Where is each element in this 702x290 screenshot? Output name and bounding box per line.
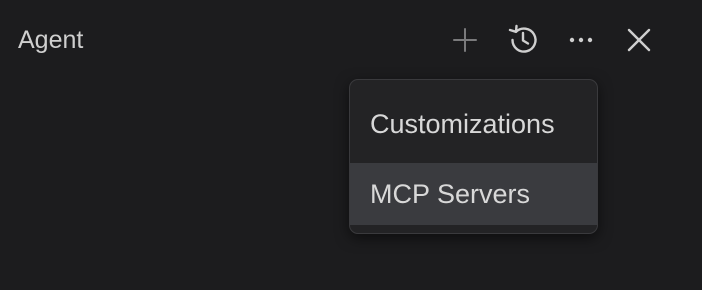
plus-icon bbox=[451, 26, 479, 54]
menu-item-customizations[interactable]: Customizations bbox=[350, 93, 597, 155]
close-icon bbox=[625, 26, 653, 54]
panel-title: Agent bbox=[18, 26, 84, 54]
history-button[interactable] bbox=[505, 22, 541, 58]
history-icon bbox=[506, 23, 540, 57]
new-chat-button[interactable] bbox=[447, 22, 483, 58]
close-button[interactable] bbox=[621, 22, 657, 58]
menu-item-label: MCP Servers bbox=[370, 178, 531, 209]
more-actions-button[interactable] bbox=[563, 22, 599, 58]
more-icon bbox=[566, 25, 596, 55]
agent-panel: Agent Customizations MCP Servers bbox=[0, 0, 702, 290]
more-actions-menu: Customizations MCP Servers bbox=[349, 79, 598, 234]
menu-item-mcp-servers[interactable]: MCP Servers bbox=[350, 163, 597, 225]
menu-item-label: Customizations bbox=[370, 108, 555, 139]
